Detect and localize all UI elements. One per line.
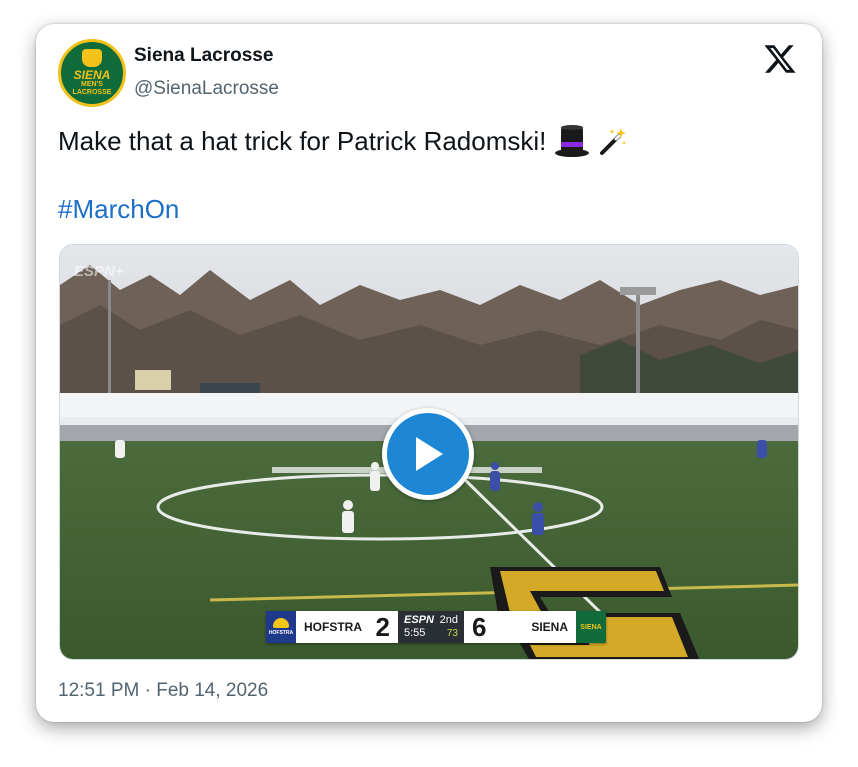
tweet-body: Make that a hat trick for Patrick Radoms… bbox=[58, 125, 547, 156]
x-logo-icon[interactable] bbox=[762, 42, 798, 76]
video-player[interactable]: ESPN+ HOFSTRA HOFSTRA 2 ESPN 2nd 5:55 73… bbox=[59, 244, 799, 660]
hofstra-logo-icon: HOFSTRA bbox=[266, 611, 296, 643]
siena-logo-icon: SIENA bbox=[576, 611, 606, 643]
siena-saint-logo-icon bbox=[82, 49, 102, 67]
network-label: ESPN bbox=[404, 614, 434, 626]
home-team-name: HOFSTRA bbox=[304, 620, 362, 634]
shot-clock: 73 bbox=[446, 628, 458, 639]
tweet-card: SIENA MEN'S LACROSSE Siena Lacrosse @Sie… bbox=[36, 24, 822, 722]
avatar-text-line-2: MEN'S bbox=[81, 81, 103, 88]
espn-plus-watermark: ESPN+ bbox=[74, 263, 124, 280]
away-team-cell: 6 SIENA bbox=[464, 611, 576, 643]
home-score: 2 bbox=[375, 611, 390, 642]
game-clock: 5:55 bbox=[404, 627, 426, 639]
magic-wand-icon bbox=[600, 128, 627, 155]
tweet-text: Make that a hat trick for Patrick Radoms… bbox=[58, 124, 628, 158]
play-button[interactable] bbox=[382, 408, 474, 500]
avatar-text-line-1: SIENA bbox=[73, 68, 111, 82]
away-team-name: SIENA bbox=[531, 620, 568, 634]
tweet-timestamp[interactable]: 12:51 PM · Feb 14, 2026 bbox=[58, 680, 268, 702]
avatar-text-line-3: LACROSSE bbox=[72, 89, 112, 96]
game-clock-cell: ESPN 2nd 5:55 73 bbox=[398, 611, 464, 643]
display-name[interactable]: Siena Lacrosse bbox=[134, 45, 273, 67]
scorebug: HOFSTRA HOFSTRA 2 ESPN 2nd 5:55 73 6 SIE… bbox=[266, 611, 606, 643]
home-team-cell: HOFSTRA 2 bbox=[296, 611, 398, 643]
account-handle[interactable]: @SienaLacrosse bbox=[134, 78, 279, 100]
hofstra-logo-text: HOFSTRA bbox=[268, 630, 294, 636]
avatar[interactable]: SIENA MEN'S LACROSSE bbox=[58, 39, 126, 107]
top-hat-icon bbox=[555, 125, 590, 157]
play-triangle-icon bbox=[416, 437, 443, 471]
siena-logo-text: SIENA bbox=[580, 623, 602, 631]
period-label: 2nd bbox=[439, 614, 458, 626]
away-score: 6 bbox=[472, 611, 487, 642]
play-icon bbox=[387, 413, 469, 495]
hashtag-link[interactable]: #MarchOn bbox=[58, 194, 179, 225]
